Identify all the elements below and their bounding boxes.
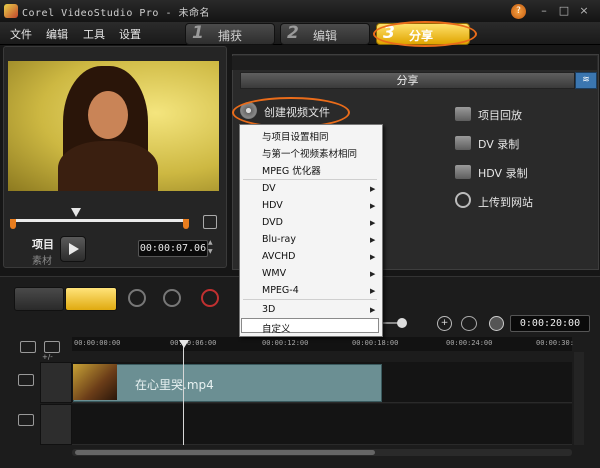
ruler-label: 00:00:30: (536, 339, 574, 347)
submenu-arrow-icon: ▶ (370, 219, 376, 227)
zoom-in-icon[interactable]: + (437, 316, 452, 331)
fit-to-window-icon[interactable] (461, 316, 477, 331)
project-duration-display[interactable]: 0:00:20:00 (510, 315, 590, 332)
timecode-up-arrow-icon[interactable]: ▲ (208, 239, 213, 246)
dropdown-item-dvd[interactable]: DVD (262, 217, 283, 228)
submenu-arrow-icon: ▶ (370, 202, 376, 210)
track-menu-button[interactable]: +/- (42, 353, 53, 361)
trim-end-handle[interactable] (183, 219, 189, 229)
clip-mode-label[interactable]: 素材 (32, 252, 52, 267)
library-toolbar (232, 56, 597, 70)
dv-camera-icon (455, 136, 471, 150)
dv-record-option[interactable]: DV 录制 (478, 136, 519, 152)
timeline-vertical-scrollbar[interactable] (574, 352, 584, 445)
dropdown-item-same-as-project[interactable]: 与项目设置相同 (262, 129, 329, 143)
record-capture-icon[interactable] (201, 289, 219, 307)
step-label: 捕获 (218, 29, 243, 43)
undo-icon[interactable] (128, 289, 146, 307)
menu-settings[interactable]: 设置 (119, 26, 141, 42)
video-clip-name: 在心里哭.mp4 (135, 378, 214, 392)
ruler-label: 00:00:06:00 (170, 339, 217, 347)
submenu-arrow-icon: ▶ (370, 236, 376, 244)
timeline-ruler[interactable] (72, 337, 572, 351)
video-preview[interactable] (8, 61, 219, 191)
ruler-label: 00:00:12:00 (262, 339, 309, 347)
dropdown-item-wmv[interactable]: WMV (262, 268, 286, 279)
redo-icon[interactable] (163, 289, 181, 307)
dropdown-item-bluray[interactable]: Blu-ray (262, 234, 296, 245)
dropdown-separator (243, 179, 377, 180)
step-label: 编辑 (313, 29, 338, 43)
timeline-view-button[interactable] (65, 287, 117, 311)
timecode-down-arrow-icon[interactable]: ▼ (208, 248, 213, 255)
dropdown-item-hdv[interactable]: HDV (262, 200, 283, 211)
minimize-button[interactable]: – (537, 5, 551, 16)
playhead-handle[interactable] (179, 340, 189, 348)
share-panel-header: 分享 (240, 72, 575, 89)
ruler-label: 00:00:24:00 (446, 339, 493, 347)
share-tab-callout (373, 21, 477, 47)
dropdown-item-mpeg-optimizer[interactable]: MPEG 优化器 (262, 163, 321, 177)
zoom-slider-knob[interactable] (397, 318, 407, 328)
dropdown-item-3d[interactable]: 3D (262, 304, 275, 315)
video-track-header[interactable] (40, 362, 72, 403)
storyboard-view-button[interactable] (14, 287, 64, 311)
dropdown-item-dv[interactable]: DV (262, 183, 276, 194)
project-playback-option[interactable]: 项目回放 (478, 107, 522, 123)
step-number: 1 (192, 23, 204, 43)
video-track-icon[interactable] (18, 374, 34, 386)
hdv-camera-icon (455, 165, 471, 179)
app-logo-icon (4, 4, 18, 18)
clock-icon (489, 316, 504, 331)
dropdown-item-same-as-first-clip[interactable]: 与第一个视频素材相同 (262, 146, 357, 160)
overlay-track-lane[interactable] (72, 404, 572, 445)
maximize-button[interactable]: □ (557, 5, 571, 16)
step-edit-tab[interactable]: 2 编辑 (280, 23, 370, 45)
timecode-display[interactable]: 00:00:07.06 (138, 240, 208, 257)
project-mode-label[interactable]: 项目 (32, 236, 54, 252)
ruler-label: 00:00:00:00 (74, 339, 121, 347)
scrub-bar[interactable] (12, 219, 187, 222)
trim-start-handle[interactable] (10, 219, 16, 229)
upload-web-option[interactable]: 上传到网站 (478, 194, 533, 210)
scrub-handle[interactable] (71, 208, 81, 217)
menu-file[interactable]: 文件 (10, 26, 32, 42)
dropdown-item-custom[interactable]: 自定义 (262, 321, 291, 335)
dropdown-item-avchd[interactable]: AVCHD (262, 251, 295, 262)
close-button[interactable]: × (577, 5, 591, 16)
submenu-arrow-icon: ▶ (370, 270, 376, 278)
track-manager-icon[interactable] (20, 341, 36, 353)
timeline-scroll-thumb[interactable] (75, 450, 375, 455)
ruler-label: 00:00:18:00 (352, 339, 399, 347)
submenu-arrow-icon: ▶ (370, 287, 376, 295)
hdv-record-option[interactable]: HDV 录制 (478, 165, 528, 181)
snapshot-icon[interactable] (203, 215, 217, 229)
submenu-arrow-icon: ▶ (370, 306, 376, 314)
dropdown-item-mpeg4[interactable]: MPEG-4 (262, 285, 299, 296)
overlay-track-icon[interactable] (18, 414, 34, 426)
chapter-list-icon[interactable] (44, 341, 60, 353)
playhead-line[interactable] (183, 341, 184, 445)
video-clip-thumbnail (73, 364, 117, 400)
globe-icon (455, 192, 471, 208)
help-button[interactable]: ? (511, 4, 526, 19)
preview-figure-body (58, 141, 158, 191)
dropdown-separator (243, 299, 377, 300)
submenu-arrow-icon: ▶ (370, 253, 376, 261)
submenu-arrow-icon: ▶ (370, 185, 376, 193)
step-capture-tab[interactable]: 1 捕获 (185, 23, 275, 45)
overlay-track-header[interactable] (40, 404, 72, 445)
collapse-panel-button[interactable]: ≋ (575, 72, 597, 89)
preview-figure-face (88, 91, 128, 139)
window-title: Corel VideoStudio Pro - 未命名 (22, 8, 210, 19)
menu-tools[interactable]: 工具 (83, 26, 105, 42)
video-clip[interactable] (73, 364, 382, 402)
step-number: 2 (287, 23, 299, 43)
play-button[interactable] (60, 236, 86, 262)
menu-edit[interactable]: 编辑 (46, 26, 68, 42)
project-playback-icon (455, 107, 471, 121)
